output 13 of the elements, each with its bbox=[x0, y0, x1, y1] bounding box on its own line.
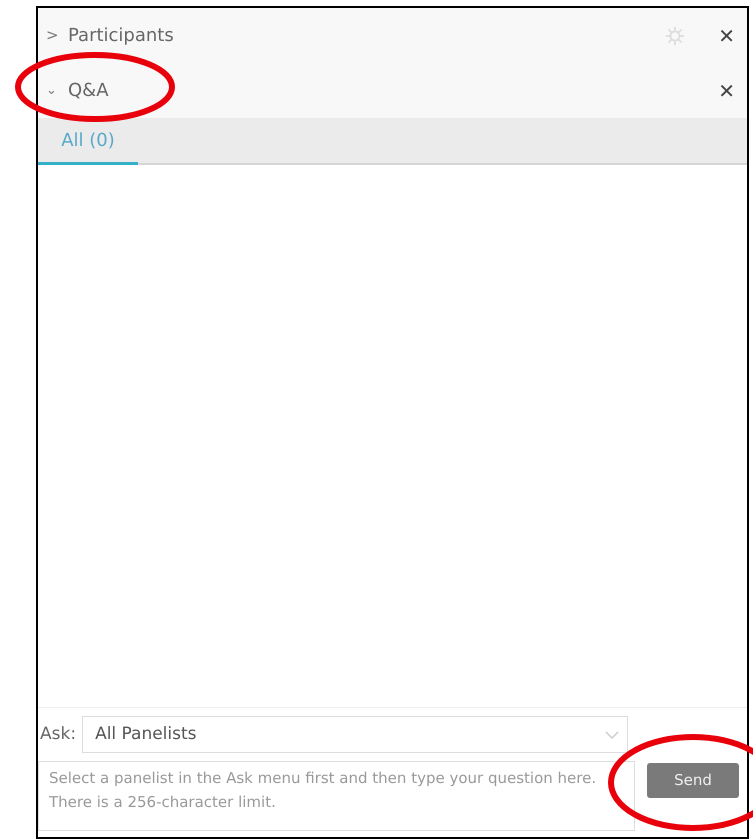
panel-title: Q&A bbox=[68, 79, 110, 103]
caret-icon bbox=[605, 730, 620, 738]
ask-dropdown[interactable]: All Panelists bbox=[82, 716, 628, 753]
settings-icon[interactable] bbox=[664, 24, 686, 46]
question-field[interactable]: Select a panelist in the Ask menu first and then type your question here. There is a 256-character limit. bbox=[38, 761, 635, 831]
panel-title: Participants bbox=[68, 24, 175, 48]
ask-label: Ask: bbox=[39, 722, 76, 746]
close-button[interactable]: ✕ bbox=[714, 76, 739, 106]
close-button[interactable]: ✕ bbox=[714, 20, 739, 50]
expand-chevron[interactable]: > bbox=[46, 24, 68, 47]
collapse-chevron[interactable]: ⌄ bbox=[46, 80, 68, 100]
panel-header[interactable]: ⌄ Q&A ✕ bbox=[38, 63, 747, 118]
panel-header[interactable]: > Participants ✕ bbox=[38, 8, 747, 63]
